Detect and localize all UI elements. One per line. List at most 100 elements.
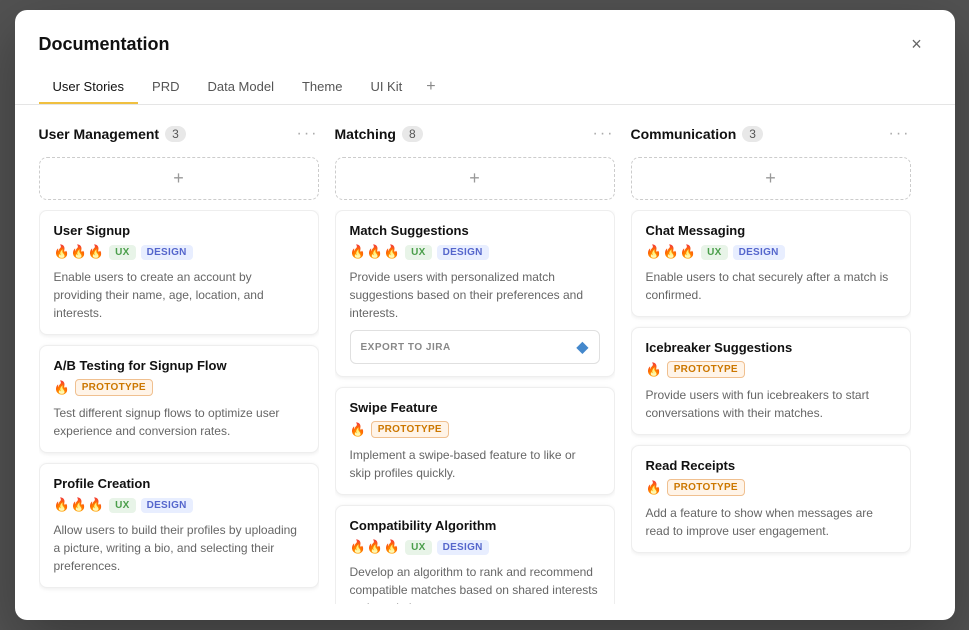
add-tab-button[interactable]: + xyxy=(416,70,445,104)
column-menu-matching[interactable]: ··· xyxy=(593,125,615,143)
fire-icons: 🔥 🔥 🔥 xyxy=(54,244,105,260)
tag-design: DESIGN xyxy=(437,245,489,260)
fire-icons: 🔥 🔥 🔥 xyxy=(350,244,401,260)
tag-design: DESIGN xyxy=(141,498,193,513)
tag-design: DESIGN xyxy=(437,540,489,555)
card-title: A/B Testing for Signup Flow xyxy=(54,358,304,373)
card-tags: 🔥 🔥 🔥 UX DESIGN xyxy=(54,244,304,260)
fire-icons: 🔥 🔥 🔥 xyxy=(350,539,401,555)
documentation-modal: Documentation × User Stories PRD Data Mo… xyxy=(15,10,955,620)
tag-prototype: PROTOTYPE xyxy=(667,479,745,496)
tab-user-stories[interactable]: User Stories xyxy=(39,71,139,104)
fire-1: 🔥 xyxy=(646,362,662,378)
fire-1: 🔥 xyxy=(350,539,366,555)
card-tags: 🔥 PROTOTYPE xyxy=(646,479,896,496)
fire-3: 🔥 xyxy=(384,244,400,260)
column-title-communication: Communication xyxy=(631,126,737,142)
fire-icons: 🔥 🔥 🔥 xyxy=(54,497,105,513)
column-menu-user-management[interactable]: ··· xyxy=(297,125,319,143)
tag-ux: UX xyxy=(701,245,728,260)
tag-design: DESIGN xyxy=(733,245,785,260)
card-tags: 🔥 🔥 🔥 UX DESIGN xyxy=(350,244,600,260)
column-menu-communication[interactable]: ··· xyxy=(889,125,911,143)
tag-prototype: PROTOTYPE xyxy=(371,421,449,438)
fire-2: 🔥 xyxy=(367,244,383,260)
fire-1: 🔥 xyxy=(54,380,70,396)
tag-ux: UX xyxy=(109,245,136,260)
tag-ux: UX xyxy=(109,498,136,513)
card-tags: 🔥 PROTOTYPE xyxy=(646,361,896,378)
kanban-board: User Management 3 ··· + User Signup 🔥 🔥 xyxy=(15,105,955,620)
add-card-user-management[interactable]: + xyxy=(39,157,319,200)
card-title: User Signup xyxy=(54,223,304,238)
column-count-matching: 8 xyxy=(402,126,423,142)
card-ab-signup: A/B Testing for Signup Flow 🔥 PROTOTYPE … xyxy=(39,345,319,453)
tab-ui-kit[interactable]: UI Kit xyxy=(356,71,416,104)
card-tags: 🔥 🔥 🔥 UX DESIGN xyxy=(646,244,896,260)
fire-3: 🔥 xyxy=(680,244,696,260)
close-button[interactable]: × xyxy=(903,30,931,58)
modal-overlay[interactable]: Documentation × User Stories PRD Data Mo… xyxy=(0,0,969,630)
card-desc: Add a feature to show when messages are … xyxy=(646,504,896,540)
tag-prototype: PROTOTYPE xyxy=(667,361,745,378)
card-title: Compatibility Algorithm xyxy=(350,518,600,533)
column-title-user-management: User Management xyxy=(39,126,160,142)
card-desc: Allow users to build their profiles by u… xyxy=(54,521,304,575)
fire-2: 🔥 xyxy=(663,244,679,260)
export-text: EXPORT TO JIRA xyxy=(361,342,451,353)
card-title: Read Receipts xyxy=(646,458,896,473)
card-user-signup: User Signup 🔥 🔥 🔥 UX DESIGN Enable users… xyxy=(39,210,319,335)
tag-prototype: PROTOTYPE xyxy=(75,379,153,396)
tab-data-model[interactable]: Data Model xyxy=(193,71,287,104)
fire-icons: 🔥 xyxy=(350,422,366,438)
fire-3: 🔥 xyxy=(88,497,104,513)
card-desc: Enable users to create an account by pro… xyxy=(54,268,304,322)
column-matching: Matching 8 ··· + Match Suggestions 🔥 🔥 xyxy=(335,121,615,604)
fire-icons: 🔥 xyxy=(646,362,662,378)
tab-bar: User Stories PRD Data Model Theme UI Kit… xyxy=(15,58,955,105)
card-desc: Enable users to chat securely after a ma… xyxy=(646,268,896,304)
fire-1: 🔥 xyxy=(350,244,366,260)
fire-1: 🔥 xyxy=(350,422,366,438)
column-user-management: User Management 3 ··· + User Signup 🔥 🔥 xyxy=(39,121,319,604)
export-bar: EXPORT TO JIRA ◆ xyxy=(350,330,600,364)
card-desc: Test different signup flows to optimize … xyxy=(54,404,304,440)
card-desc: Provide users with personalized match su… xyxy=(350,268,600,322)
fire-icons: 🔥 xyxy=(54,380,70,396)
card-title: Icebreaker Suggestions xyxy=(646,340,896,355)
fire-1: 🔥 xyxy=(54,244,70,260)
tab-theme[interactable]: Theme xyxy=(288,71,356,104)
card-read-receipts: Read Receipts 🔥 PROTOTYPE Add a feature … xyxy=(631,445,911,553)
fire-3: 🔥 xyxy=(384,539,400,555)
card-swipe-feature: Swipe Feature 🔥 PROTOTYPE Implement a sw… xyxy=(335,387,615,495)
add-card-matching[interactable]: + xyxy=(335,157,615,200)
card-tags: 🔥 PROTOTYPE xyxy=(350,421,600,438)
card-desc: Develop an algorithm to rank and recomme… xyxy=(350,563,600,604)
column-title-matching: Matching xyxy=(335,126,396,142)
card-tags: 🔥 PROTOTYPE xyxy=(54,379,304,396)
fire-1: 🔥 xyxy=(54,497,70,513)
fire-2: 🔥 xyxy=(71,497,87,513)
cards-communication: Chat Messaging 🔥 🔥 🔥 UX DESIGN Enable us… xyxy=(631,210,911,604)
tag-ux: UX xyxy=(405,540,432,555)
tab-prd[interactable]: PRD xyxy=(138,71,193,104)
card-tags: 🔥 🔥 🔥 UX DESIGN xyxy=(350,539,600,555)
column-header-communication: Communication 3 ··· xyxy=(631,121,911,147)
modal-header: Documentation × xyxy=(15,10,955,58)
fire-2: 🔥 xyxy=(367,539,383,555)
column-communication: Communication 3 ··· + Chat Messaging 🔥 🔥 xyxy=(631,121,911,604)
card-profile-creation: Profile Creation 🔥 🔥 🔥 UX DESIGN Allow u… xyxy=(39,463,319,588)
column-count-user-management: 3 xyxy=(165,126,186,142)
card-desc: Provide users with fun icebreakers to st… xyxy=(646,386,896,422)
export-jira-icon[interactable]: ◆ xyxy=(576,337,588,357)
card-match-suggestions: Match Suggestions 🔥 🔥 🔥 UX DESIGN Provid… xyxy=(335,210,615,377)
add-card-communication[interactable]: + xyxy=(631,157,911,200)
card-compatibility-algorithm: Compatibility Algorithm 🔥 🔥 🔥 UX DESIGN … xyxy=(335,505,615,604)
fire-icons: 🔥 🔥 🔥 xyxy=(646,244,697,260)
column-header-matching: Matching 8 ··· xyxy=(335,121,615,147)
cards-user-management: User Signup 🔥 🔥 🔥 UX DESIGN Enable users… xyxy=(39,210,319,604)
card-chat-messaging: Chat Messaging 🔥 🔥 🔥 UX DESIGN Enable us… xyxy=(631,210,911,317)
card-title: Profile Creation xyxy=(54,476,304,491)
fire-icons: 🔥 xyxy=(646,480,662,496)
card-icebreaker: Icebreaker Suggestions 🔥 PROTOTYPE Provi… xyxy=(631,327,911,435)
